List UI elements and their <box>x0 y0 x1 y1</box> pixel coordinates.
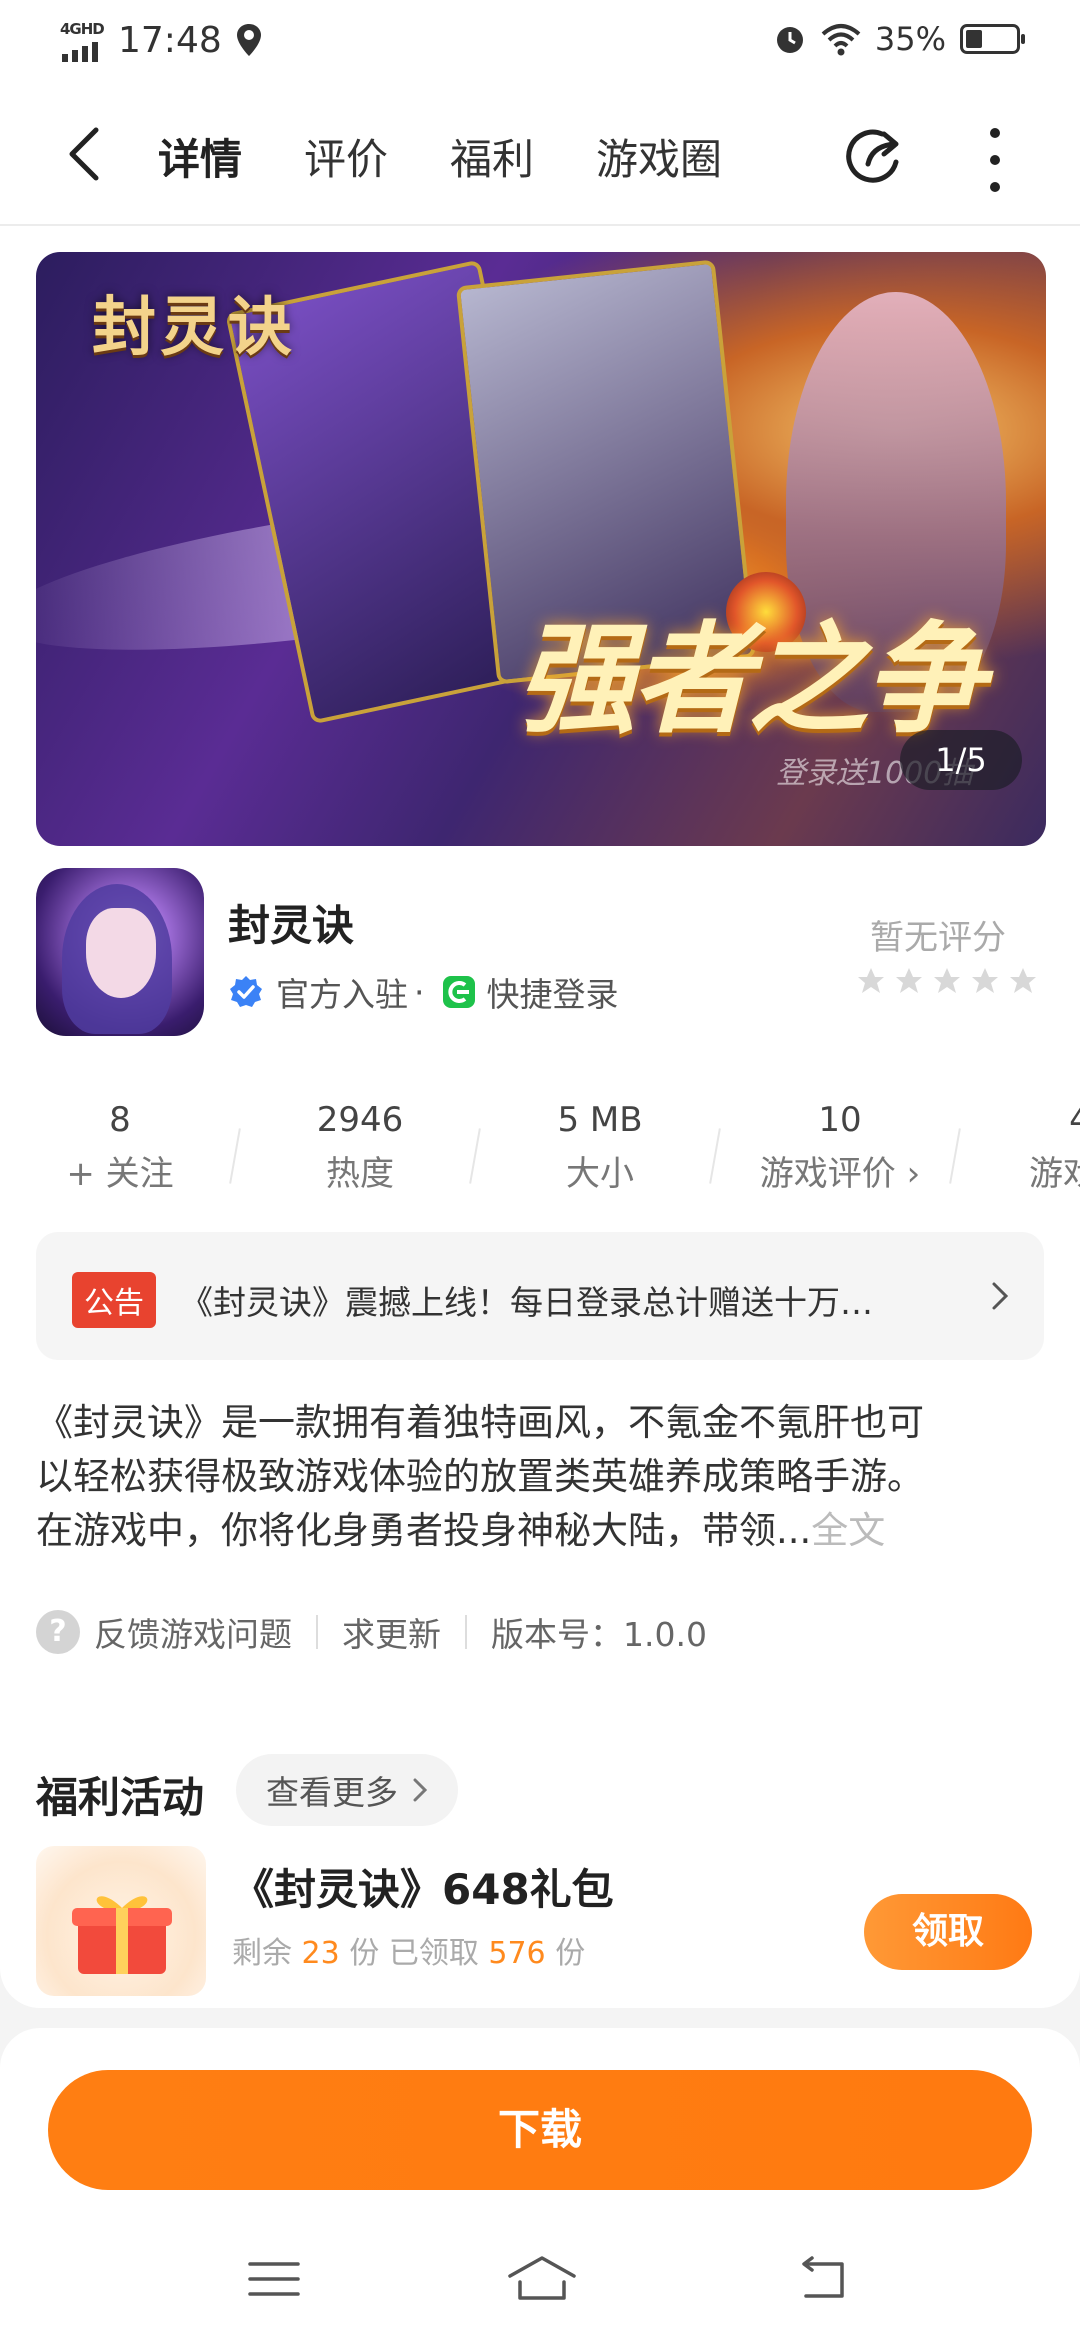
wifi-icon <box>821 24 861 56</box>
rating-text: 暂无评分 <box>870 918 1006 958</box>
quick-login-label: 快捷登录 <box>486 975 619 1014</box>
status-time: 17:48 <box>118 19 222 61</box>
star-icon <box>1010 968 1036 993</box>
star-icon <box>934 968 960 993</box>
stat-label: 大小 <box>566 1154 634 1194</box>
banner-counter: 1/5 <box>900 730 1022 790</box>
announcement-tag: 公告 <box>72 1272 156 1328</box>
stat-value: 5 MB <box>557 1100 643 1140</box>
gift-thumbnail <box>36 1846 206 1996</box>
description-line: 以轻松获得极致游戏体验的放置类英雄养成策略手游。 <box>36 1455 924 1498</box>
network-type: 4GHD <box>60 20 105 38</box>
announcement-text: 《封灵诀》震撼上线！每日登录总计赠送十万… <box>180 1283 873 1322</box>
back-icon[interactable] <box>60 124 110 184</box>
app-name: 封灵诀 <box>228 901 355 950</box>
download-button[interactable]: 下载 <box>48 2070 1032 2190</box>
signal-icon: 4GHD <box>60 18 110 62</box>
stat-label: 游戏帖 <box>1029 1154 1080 1194</box>
request-update-link[interactable]: 求更新 <box>342 1608 441 1656</box>
stat-follow[interactable]: 8 + 关注 <box>0 1100 240 1195</box>
tab-bar: 详情 评价 福利 游戏圈 <box>158 126 722 241</box>
status-bar: 4GHD 17:48 35% <box>0 0 1080 86</box>
stat-value: 2946 <box>316 1100 404 1140</box>
stat-label: 热度 <box>326 1154 394 1194</box>
banner-carousel[interactable]: 封灵诀 强者之争 登录送1000抽 1/5 <box>36 252 1046 846</box>
location-icon <box>236 24 261 56</box>
alarm-icon <box>776 27 803 53</box>
system-navigation-bar <box>0 2220 1080 2340</box>
feedback-link[interactable]: 反馈游戏问题 <box>94 1608 292 1656</box>
stat-reviews[interactable]: 10 游戏评价 › <box>720 1100 960 1195</box>
description-line: 《封灵诀》是一款拥有着独特画风，不氪金不氪肝也可 <box>36 1401 924 1444</box>
more-options-icon[interactable] <box>980 128 1010 192</box>
banner-logo: 封灵诀 <box>92 290 296 365</box>
back-nav-icon[interactable] <box>792 2252 852 2306</box>
gift-pack-name: 《封灵诀》648礼包 <box>232 1865 614 1914</box>
battery-icon <box>960 24 1025 54</box>
badge-separator: · <box>414 972 425 1012</box>
claimed-count: 576 <box>488 1936 546 1971</box>
stat-value: 8 <box>109 1100 131 1140</box>
official-label: 官方入驻 <box>276 975 408 1014</box>
tab-game-circle[interactable]: 游戏圈 <box>596 126 722 187</box>
stat-label: 游戏评价 › <box>759 1154 921 1194</box>
tab-details[interactable]: 详情 <box>158 126 242 241</box>
read-more-link[interactable]: 全文 <box>811 1509 885 1552</box>
banner-slogan: 强者之争 <box>516 609 984 750</box>
stat-popularity: 2946 热度 <box>240 1100 480 1195</box>
battery-percent: 35% <box>874 20 946 58</box>
see-more-label: 查看更多 <box>266 1773 398 1812</box>
home-icon[interactable] <box>506 2252 578 2306</box>
stat-posts[interactable]: 4 游戏帖 <box>960 1100 1080 1195</box>
details-card: 封灵诀 强者之争 登录送1000抽 1/5 封灵诀 官方入驻 · 快捷登录 暂无… <box>0 226 1080 2008</box>
menu-icon[interactable] <box>244 2252 304 2306</box>
welfare-section-title: 福利活动 <box>36 1773 205 1822</box>
share-icon[interactable] <box>842 124 908 190</box>
stat-label: + 关注 <box>66 1154 174 1194</box>
tab-reviews[interactable]: 评价 <box>304 126 388 187</box>
gift-pack-stock: 剩余 23 份 已领取 576 份 <box>232 1936 586 1971</box>
star-icon <box>972 968 998 993</box>
star-icon <box>896 968 922 993</box>
stat-value: 10 <box>818 1100 862 1140</box>
version-text: 版本号：1.0.0 <box>491 1615 707 1654</box>
game-description: 《封灵诀》是一款拥有着独特画风，不氪金不氪肝也可 以轻松获得极致游戏体验的放置类… <box>36 1396 1046 1558</box>
app-icon <box>36 868 204 1036</box>
chevron-right-icon <box>413 1778 428 1802</box>
remaining-count: 23 <box>301 1936 340 1971</box>
meta-links: ? 反馈游戏问题 求更新 版本号：1.0.0 <box>36 1608 707 1656</box>
question-icon: ? <box>36 1610 80 1654</box>
top-nav: 详情 评价 福利 游戏圈 <box>0 86 1080 241</box>
stat-value: 4 <box>1069 1100 1080 1140</box>
chevron-right-icon <box>992 1282 1009 1310</box>
gift-box-icon <box>72 1896 172 1974</box>
star-icon <box>858 968 884 993</box>
app-badges: 官方入驻 · 快捷登录 <box>228 968 619 1016</box>
stat-size: 5 MB 大小 <box>480 1100 720 1195</box>
tab-benefits[interactable]: 福利 <box>450 126 534 187</box>
see-more-button[interactable]: 查看更多 <box>236 1754 458 1826</box>
announcement-bar[interactable]: 公告 《封灵诀》震撼上线！每日登录总计赠送十万… <box>36 1232 1044 1360</box>
description-line: 在游戏中，你将化身勇者投身神秘大陆，带领... <box>36 1509 812 1552</box>
quick-login-icon <box>442 976 475 1008</box>
rating-stars <box>856 966 1038 996</box>
stats-row: 8 + 关注 2946 热度 5 MB 大小 10 游戏评价 › 4 游戏帖 <box>0 1100 1080 1220</box>
verified-icon <box>230 976 262 1007</box>
claim-button[interactable]: 领取 <box>864 1894 1032 1970</box>
